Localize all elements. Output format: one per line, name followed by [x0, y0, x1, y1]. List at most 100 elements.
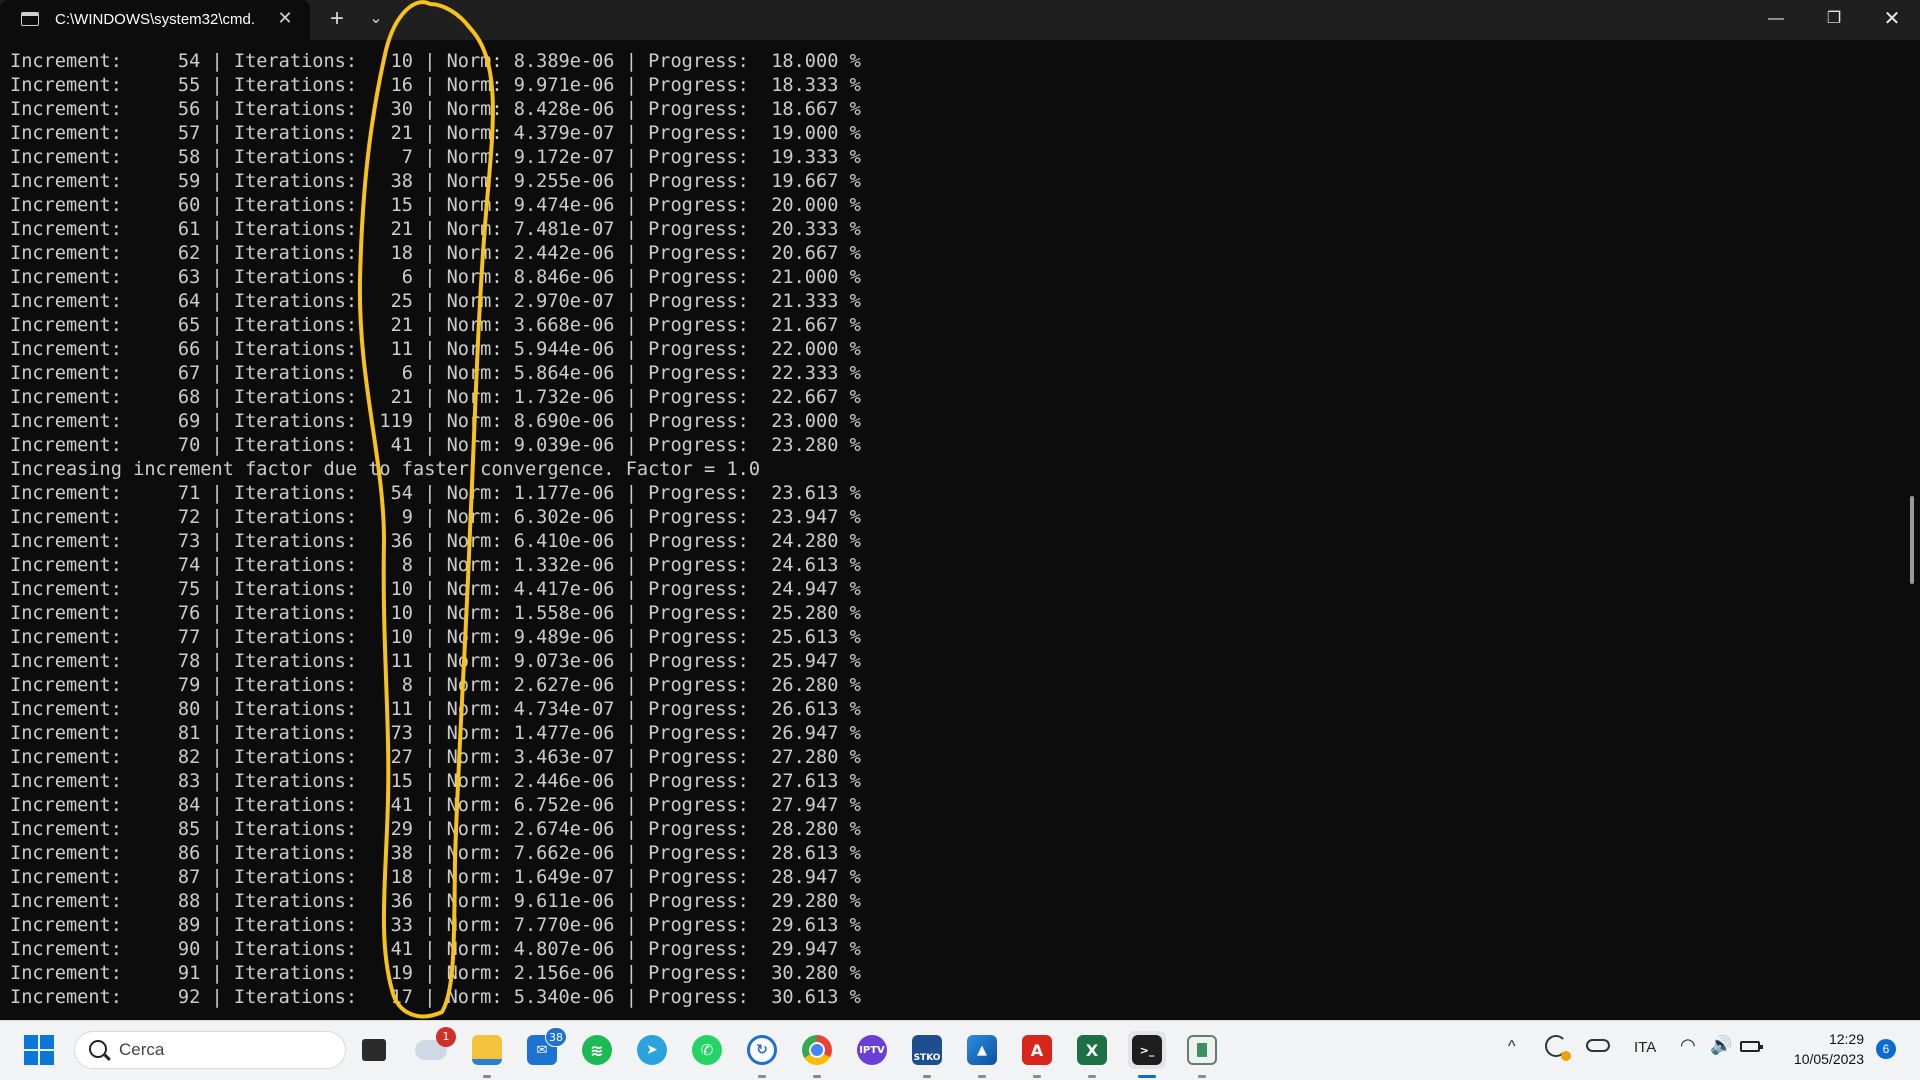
console-line: Increment: 81 | Iterations: 73 | Norm: 1…	[10, 723, 861, 744]
photos-button[interactable]: ▲	[963, 1031, 1001, 1078]
title-bar: C:\WINDOWS\system32\cmd. ✕ + ⌄ — ❐ ✕	[0, 0, 1920, 40]
console-line: Increment: 62 | Iterations: 18 | Norm: 2…	[10, 243, 861, 264]
console-line: Increment: 83 | Iterations: 15 | Norm: 2…	[10, 771, 861, 792]
chrome-icon	[802, 1035, 832, 1065]
task-view-button[interactable]	[355, 1031, 393, 1069]
chrome-button[interactable]	[798, 1031, 836, 1078]
start-button[interactable]	[24, 1035, 54, 1065]
show-hidden-icons-button[interactable]: ^	[1508, 1038, 1516, 1056]
file-explorer-button[interactable]	[468, 1031, 506, 1078]
volume-icon[interactable]: 🔊	[1710, 1035, 1732, 1056]
sync-app-icon: ↻	[747, 1035, 777, 1065]
spotify-icon: ≋	[582, 1035, 612, 1065]
console-line: Increment: 68 | Iterations: 21 | Norm: 1…	[10, 387, 861, 408]
wifi-icon[interactable]: ◠	[1680, 1035, 1696, 1056]
weather-badge: 1	[436, 1027, 456, 1047]
acrobat-button[interactable]: A	[1018, 1031, 1056, 1078]
console-line: Increment: 63 | Iterations: 6 | Norm: 8.…	[10, 267, 861, 288]
terminal-button[interactable]: >_	[1128, 1031, 1166, 1078]
console-line: Increment: 76 | Iterations: 10 | Norm: 1…	[10, 603, 861, 624]
console-line: Increment: 89 | Iterations: 33 | Norm: 7…	[10, 915, 861, 936]
clock-time[interactable]: 12:29	[1780, 1031, 1864, 1047]
console-output[interactable]: Increment: 54 | Iterations: 10 | Norm: 8…	[10, 50, 1900, 1022]
console-line: Increment: 73 | Iterations: 36 | Norm: 6…	[10, 531, 861, 552]
console-line: Increment: 72 | Iterations: 9 | Norm: 6.…	[10, 507, 861, 528]
sync-status-icon[interactable]	[1545, 1035, 1571, 1061]
console-line: Increment: 74 | Iterations: 8 | Norm: 1.…	[10, 555, 861, 576]
acrobat-icon: A	[1022, 1035, 1052, 1065]
weather-widget[interactable]: 1	[412, 1027, 456, 1069]
excel-button[interactable]: X	[1073, 1031, 1111, 1078]
console-line: Increment: 54 | Iterations: 10 | Norm: 8…	[10, 51, 861, 72]
search-input[interactable]: Cerca	[74, 1031, 346, 1069]
console-line: Increment: 66 | Iterations: 11 | Norm: 5…	[10, 339, 861, 360]
console-line: Increment: 87 | Iterations: 18 | Norm: 1…	[10, 867, 861, 888]
console-line: Increment: 91 | Iterations: 19 | Norm: 2…	[10, 963, 861, 984]
console-line: Increment: 56 | Iterations: 30 | Norm: 8…	[10, 99, 861, 120]
console-line: Increment: 55 | Iterations: 16 | Norm: 9…	[10, 75, 861, 96]
console-line: Increment: 64 | Iterations: 25 | Norm: 2…	[10, 291, 861, 312]
app-window-button[interactable]	[1183, 1031, 1221, 1078]
console-line: Increment: 67 | Iterations: 6 | Norm: 5.…	[10, 363, 861, 384]
console-line: Increment: 58 | Iterations: 7 | Norm: 9.…	[10, 147, 861, 168]
chevron-down-icon[interactable]: ⌄	[364, 8, 388, 28]
console-line: Increment: 79 | Iterations: 8 | Norm: 2.…	[10, 675, 861, 696]
taskbar: Cerca 1 ✉ 38 ≋ ➤ ✆ ↻ IPTV STKO ▲ A X >_ …	[0, 1020, 1920, 1080]
console-line: Increment: 70 | Iterations: 41 | Norm: 9…	[10, 435, 861, 456]
onedrive-icon[interactable]	[1586, 1039, 1610, 1052]
console-line: Increasing increment factor due to faste…	[10, 459, 761, 480]
console-line: Increment: 75 | Iterations: 10 | Norm: 4…	[10, 579, 861, 600]
close-button[interactable]: ✕	[1864, 0, 1920, 40]
console-line: Increment: 90 | Iterations: 41 | Norm: 4…	[10, 939, 861, 960]
maximize-button[interactable]: ❐	[1806, 0, 1862, 40]
mail-button[interactable]: ✉ 38	[523, 1027, 567, 1069]
clock-date[interactable]: 10/05/2023	[1780, 1051, 1864, 1067]
app-window-icon	[1187, 1035, 1217, 1065]
console-line: Increment: 69 | Iterations: 119 | Norm: …	[10, 411, 861, 432]
iptv-button[interactable]: IPTV	[853, 1031, 891, 1069]
spotify-button[interactable]: ≋	[578, 1031, 616, 1069]
sync-app-button[interactable]: ↻	[743, 1031, 781, 1078]
folder-icon	[472, 1035, 502, 1065]
tab-close-icon[interactable]: ✕	[274, 8, 296, 29]
console-line: Increment: 65 | Iterations: 21 | Norm: 3…	[10, 315, 861, 336]
search-icon	[89, 1040, 107, 1058]
stko-icon: STKO	[912, 1035, 942, 1065]
windows-logo-icon	[24, 1035, 38, 1049]
console-line: Increment: 71 | Iterations: 54 | Norm: 1…	[10, 483, 861, 504]
excel-icon: X	[1077, 1035, 1107, 1065]
console-line: Increment: 60 | Iterations: 15 | Norm: 9…	[10, 195, 861, 216]
photos-icon: ▲	[967, 1035, 997, 1065]
console-line: Increment: 77 | Iterations: 10 | Norm: 9…	[10, 627, 861, 648]
telegram-icon: ➤	[637, 1035, 667, 1065]
console-line: Increment: 86 | Iterations: 38 | Norm: 7…	[10, 843, 861, 864]
console-line: Increment: 59 | Iterations: 38 | Norm: 9…	[10, 171, 861, 192]
console-line: Increment: 92 | Iterations: 17 | Norm: 5…	[10, 987, 861, 1008]
terminal-app-icon: >_	[1132, 1035, 1162, 1065]
task-view-icon	[362, 1039, 386, 1061]
telegram-button[interactable]: ➤	[633, 1031, 671, 1069]
console-line: Increment: 82 | Iterations: 27 | Norm: 3…	[10, 747, 861, 768]
console-line: Increment: 80 | Iterations: 11 | Norm: 4…	[10, 699, 861, 720]
whatsapp-icon: ✆	[692, 1035, 722, 1065]
tab-cmd[interactable]: C:\WINDOWS\system32\cmd. ✕	[0, 0, 310, 40]
console-line: Increment: 85 | Iterations: 29 | Norm: 2…	[10, 819, 861, 840]
terminal-icon	[21, 12, 39, 26]
minimize-button[interactable]: —	[1748, 0, 1804, 40]
search-placeholder: Cerca	[119, 1040, 165, 1059]
console-line: Increment: 84 | Iterations: 41 | Norm: 6…	[10, 795, 861, 816]
tab-title: C:\WINDOWS\system32\cmd.	[55, 11, 256, 28]
console-line: Increment: 78 | Iterations: 11 | Norm: 9…	[10, 651, 861, 672]
stko-button[interactable]: STKO	[908, 1031, 946, 1078]
mail-badge: 38	[545, 1027, 567, 1047]
iptv-icon: IPTV	[857, 1035, 887, 1065]
battery-icon[interactable]	[1740, 1041, 1763, 1052]
notification-badge[interactable]: 6	[1876, 1039, 1896, 1059]
console-line: Increment: 57 | Iterations: 21 | Norm: 4…	[10, 123, 861, 144]
console-line: Increment: 61 | Iterations: 21 | Norm: 7…	[10, 219, 861, 240]
new-tab-button[interactable]: +	[325, 5, 349, 33]
console-line: Increment: 88 | Iterations: 36 | Norm: 9…	[10, 891, 861, 912]
whatsapp-button[interactable]: ✆	[688, 1031, 726, 1069]
scrollbar-thumb[interactable]	[1910, 496, 1914, 584]
language-indicator[interactable]: ITA	[1634, 1039, 1656, 1056]
